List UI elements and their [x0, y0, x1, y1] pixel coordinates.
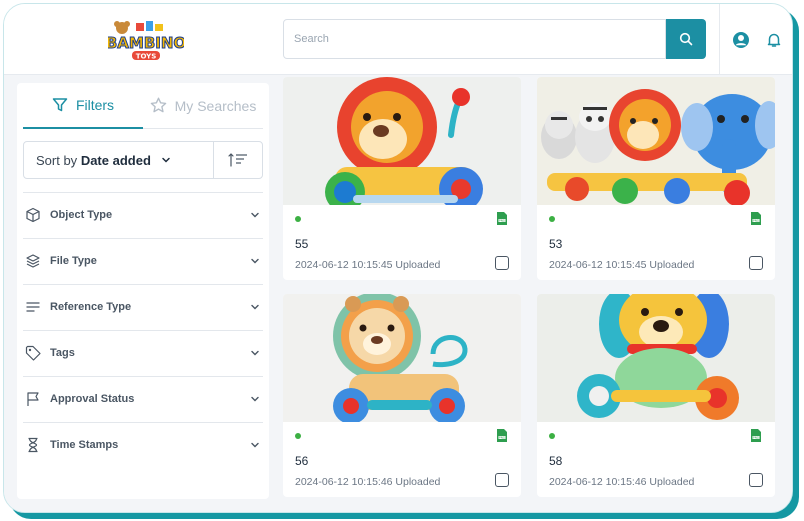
filter-label: Object Type: [50, 209, 113, 221]
header-divider: [719, 4, 720, 74]
asset-name: 53: [549, 237, 563, 251]
filter-reference-type[interactable]: Reference Type: [23, 284, 263, 329]
sort-prefix: Sort by: [36, 153, 78, 168]
select-checkbox[interactable]: [495, 256, 509, 270]
svg-text:PNG: PNG: [499, 436, 505, 440]
filter-label: Reference Type: [50, 301, 132, 313]
chevron-down-icon: [251, 442, 259, 448]
asset-upload-time: 2024-06-12 10:15:45 Uploaded: [549, 259, 695, 271]
status-dot: [549, 433, 555, 439]
filter-label: Time Stamps: [50, 439, 119, 451]
bell-icon: [767, 33, 781, 47]
cube-icon: [25, 207, 41, 223]
png-file-icon: PNG: [497, 212, 507, 225]
asset-upload-time: 2024-06-12 10:15:45 Uploaded: [295, 259, 441, 271]
filter-time-stamps[interactable]: Time Stamps: [23, 422, 263, 467]
asset-name: 58: [549, 454, 563, 468]
asset-card[interactable]: PNG 56 2024-06-12 10:15:46 Uploaded: [283, 294, 521, 497]
notifications-button[interactable]: [764, 30, 784, 50]
asset-thumbnail: [537, 294, 775, 422]
asset-card[interactable]: PNG 58 2024-06-12 10:15:46 Uploaded: [537, 294, 775, 497]
sort-value: Date added: [80, 153, 151, 168]
search-icon: [679, 32, 693, 46]
main-content: Filters My Searches Sort by Date added O…: [4, 75, 792, 512]
svg-text:PNG: PNG: [753, 219, 759, 223]
select-checkbox[interactable]: [749, 473, 763, 487]
sort-dropdown[interactable]: Sort by Date added: [36, 153, 171, 168]
status-dot: [295, 433, 301, 439]
png-file-icon: PNG: [751, 429, 761, 442]
svg-text:BAMBINO: BAMBINO: [108, 34, 184, 52]
tag-icon: [25, 345, 41, 361]
filter-label: Tags: [50, 347, 75, 359]
sort-control: Sort by Date added: [23, 141, 263, 179]
filter-approval-status[interactable]: Approval Status: [23, 376, 263, 421]
asset-thumbnail: [537, 77, 775, 205]
lines-icon: [25, 299, 41, 315]
asset-upload-time: 2024-06-12 10:15:46 Uploaded: [549, 476, 695, 488]
svg-text:TOYS: TOYS: [136, 53, 157, 61]
asset-name: 55: [295, 237, 309, 251]
select-checkbox[interactable]: [495, 473, 509, 487]
search-placeholder: Search: [294, 33, 329, 45]
tab-filters[interactable]: Filters: [23, 83, 143, 129]
flag-icon: [25, 391, 41, 407]
tab-my-searches-label: My Searches: [174, 97, 257, 114]
asset-thumbnail: [283, 294, 521, 422]
asset-thumbnail: [283, 77, 521, 205]
asset-name: 56: [295, 454, 309, 468]
chevron-down-icon: [251, 258, 259, 264]
account-button[interactable]: [731, 30, 751, 50]
asset-card[interactable]: PNG 55 2024-06-12 10:15:45 Uploaded: [283, 77, 521, 280]
asset-upload-time: 2024-06-12 10:15:46 Uploaded: [295, 476, 441, 488]
app-window: BAMBINO TOYS Search Filters My Searches: [3, 3, 793, 513]
filter-label: Approval Status: [50, 393, 135, 405]
filter-object-type[interactable]: Object Type: [23, 192, 263, 237]
chevron-down-icon: [251, 304, 259, 310]
status-dot: [549, 216, 555, 222]
filter-file-type[interactable]: File Type: [23, 238, 263, 283]
search-button[interactable]: [666, 19, 706, 59]
chevron-down-icon: [251, 212, 259, 218]
sort-order-button[interactable]: [214, 142, 262, 178]
bambino-logo[interactable]: BAMBINO TOYS: [108, 20, 184, 62]
user-icon: [733, 32, 749, 48]
hourglass-icon: [25, 437, 41, 453]
search-input[interactable]: Search: [283, 19, 666, 59]
png-file-icon: PNG: [751, 212, 761, 225]
filter-tags[interactable]: Tags: [23, 330, 263, 375]
status-dot: [295, 216, 301, 222]
svg-text:PNG: PNG: [753, 436, 759, 440]
filter-sidebar: Filters My Searches Sort by Date added O…: [17, 83, 269, 499]
layers-icon: [25, 253, 41, 269]
chevron-down-icon: [251, 396, 259, 402]
png-file-icon: PNG: [497, 429, 507, 442]
tab-filters-label: Filters: [75, 97, 115, 113]
funnel-icon: [52, 98, 68, 112]
asset-card[interactable]: PNG 53 2024-06-12 10:15:45 Uploaded: [537, 77, 775, 280]
star-icon: [150, 97, 166, 113]
chevron-down-icon: [161, 157, 170, 163]
chevron-down-icon: [251, 350, 259, 356]
filter-label: File Type: [50, 255, 97, 267]
sort-order-icon: [228, 153, 247, 167]
tab-my-searches[interactable]: My Searches: [143, 83, 263, 129]
select-checkbox[interactable]: [749, 256, 763, 270]
svg-text:PNG: PNG: [499, 219, 505, 223]
header: BAMBINO TOYS Search: [4, 4, 792, 75]
